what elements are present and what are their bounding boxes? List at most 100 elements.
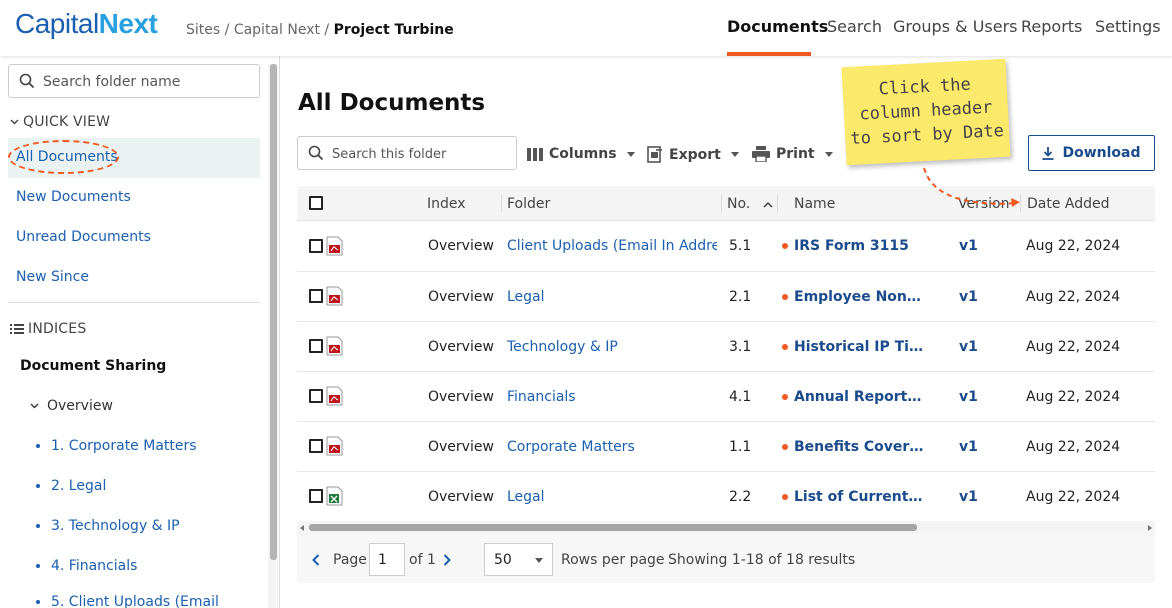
cell-version-link[interactable]: v1 bbox=[959, 289, 978, 305]
header-name[interactable]: Name bbox=[794, 196, 835, 212]
search-this-folder-input[interactable] bbox=[332, 143, 512, 165]
tree-document-sharing[interactable]: Document Sharing bbox=[20, 358, 166, 374]
chevron-left-icon[interactable] bbox=[312, 554, 320, 566]
cell-document-name[interactable]: IRS Form 3115 bbox=[782, 238, 924, 254]
scroll-left-arrow[interactable] bbox=[300, 525, 304, 531]
tree-folder-legal[interactable]: 2. Legal bbox=[36, 478, 106, 494]
table-row[interactable]: Overview Technology & IP 3.1 Historical … bbox=[297, 322, 1155, 372]
nav-reports[interactable]: Reports bbox=[1021, 17, 1082, 36]
breadcrumb-sites[interactable]: Sites bbox=[186, 22, 220, 38]
sidebar-scroll-thumb[interactable] bbox=[270, 64, 277, 560]
tree-folder-financials[interactable]: 4. Financials bbox=[36, 558, 137, 574]
cell-folder-link[interactable]: Legal bbox=[507, 289, 717, 305]
row-checkbox[interactable] bbox=[309, 239, 323, 253]
breadcrumb-current: Project Turbine bbox=[333, 22, 454, 38]
scroll-right-arrow[interactable] bbox=[1148, 525, 1152, 531]
cell-folder-link[interactable]: Corporate Matters bbox=[507, 439, 717, 455]
row-checkbox[interactable] bbox=[309, 389, 323, 403]
sidebar-divider bbox=[8, 302, 260, 303]
row-checkbox[interactable] bbox=[309, 489, 323, 503]
horizontal-scroll-thumb[interactable] bbox=[309, 524, 917, 531]
folder-content-search-box bbox=[297, 136, 517, 170]
cell-document-name[interactable]: List of Current Em... bbox=[782, 489, 924, 505]
rows-per-page-select[interactable]: 50 bbox=[484, 543, 553, 576]
cell-version-link[interactable]: v1 bbox=[959, 238, 978, 254]
row-checkbox[interactable] bbox=[309, 289, 323, 303]
results-summary: Showing 1-18 of 18 results bbox=[668, 552, 856, 568]
cell-index: Overview bbox=[428, 339, 494, 355]
export-icon bbox=[647, 146, 662, 163]
row-checkbox[interactable] bbox=[309, 339, 323, 353]
indices-header: INDICES bbox=[10, 321, 86, 337]
nav-documents[interactable]: Documents bbox=[727, 17, 828, 36]
cell-document-name[interactable]: Benefits Coverag... bbox=[782, 439, 924, 455]
list-icon bbox=[10, 324, 24, 334]
unread-indicator bbox=[782, 394, 788, 400]
breadcrumb-capital-next[interactable]: Capital Next bbox=[234, 22, 320, 38]
cell-folder-link[interactable]: Legal bbox=[507, 489, 717, 505]
unread-indicator bbox=[782, 344, 788, 350]
quick-view-new-since[interactable]: New Since bbox=[16, 269, 89, 285]
cell-version-link[interactable]: v1 bbox=[959, 489, 978, 505]
logo[interactable]: CapitalNext bbox=[15, 8, 158, 40]
search-icon bbox=[308, 145, 324, 161]
cell-number: 1.1 bbox=[729, 439, 752, 455]
chevron-right-icon[interactable] bbox=[443, 554, 451, 566]
tree-folder-technology-ip[interactable]: 3. Technology & IP bbox=[36, 518, 180, 534]
table-horizontal-scrollbar[interactable] bbox=[297, 521, 1155, 535]
tree-overview[interactable]: Overview bbox=[30, 398, 113, 414]
cell-document-name[interactable]: Historical IP Time... bbox=[782, 339, 924, 355]
chevron-down-icon bbox=[730, 152, 739, 157]
cell-folder-link[interactable]: Client Uploads (Email In Address) bbox=[507, 238, 717, 254]
cell-number: 2.1 bbox=[729, 289, 752, 305]
nav-settings[interactable]: Settings bbox=[1095, 17, 1161, 36]
highlight-ring bbox=[8, 140, 119, 174]
excel-file-icon bbox=[326, 486, 343, 506]
cell-date-added: Aug 22, 2024 bbox=[1026, 389, 1121, 405]
header-date-added[interactable]: Date Added bbox=[1027, 196, 1110, 212]
folder-search-input[interactable] bbox=[43, 71, 253, 93]
print-button[interactable]: Print bbox=[752, 146, 833, 162]
download-button[interactable]: Download bbox=[1028, 135, 1155, 171]
header-index[interactable]: Index bbox=[427, 196, 466, 212]
row-checkbox[interactable] bbox=[309, 439, 323, 453]
cell-number: 5.1 bbox=[729, 238, 752, 254]
tree-folder-corporate-matters[interactable]: 1. Corporate Matters bbox=[36, 438, 197, 454]
tree-folder-client-uploads[interactable]: 5. Client Uploads (Email bbox=[36, 594, 219, 608]
table-row[interactable]: Overview Client Uploads (Email In Addres… bbox=[297, 222, 1155, 272]
columns-button[interactable]: Columns bbox=[527, 146, 635, 162]
table-row[interactable]: Overview Financials 4.1 Annual Report 20… bbox=[297, 372, 1155, 422]
page-number-input[interactable] bbox=[369, 543, 405, 576]
unread-indicator bbox=[782, 444, 788, 450]
table-row[interactable]: Overview Legal 2.2 List of Current Em...… bbox=[297, 472, 1155, 521]
table-row[interactable]: Overview Legal 2.1 Employee Non Co... v1… bbox=[297, 272, 1155, 322]
nav-groups-users[interactable]: Groups & Users bbox=[893, 17, 1018, 36]
cell-folder-link[interactable]: Financials bbox=[507, 389, 717, 405]
cell-folder-link[interactable]: Technology & IP bbox=[507, 339, 717, 355]
page-title: All Documents bbox=[298, 90, 486, 116]
download-icon bbox=[1042, 146, 1054, 160]
cell-number: 4.1 bbox=[729, 389, 752, 405]
quick-view-header[interactable]: QUICK VIEW bbox=[10, 114, 110, 130]
cell-index: Overview bbox=[428, 389, 494, 405]
cell-number: 2.2 bbox=[729, 489, 752, 505]
table-row[interactable]: Overview Corporate Matters 1.1 Benefits … bbox=[297, 422, 1155, 472]
cell-version-link[interactable]: v1 bbox=[959, 389, 978, 405]
page-total: of 1 bbox=[409, 552, 436, 568]
quick-view-unread-documents[interactable]: Unread Documents bbox=[16, 229, 151, 245]
select-all-checkbox[interactable] bbox=[309, 196, 323, 210]
cell-date-added: Aug 22, 2024 bbox=[1026, 489, 1121, 505]
cell-version-link[interactable]: v1 bbox=[959, 339, 978, 355]
header-folder[interactable]: Folder bbox=[507, 196, 550, 212]
cell-version-link[interactable]: v1 bbox=[959, 439, 978, 455]
unread-indicator bbox=[782, 294, 788, 300]
header-no[interactable]: No. bbox=[727, 196, 773, 212]
cell-index: Overview bbox=[428, 238, 494, 254]
cell-document-name[interactable]: Employee Non Co... bbox=[782, 289, 924, 305]
quick-view-new-documents[interactable]: New Documents bbox=[16, 189, 131, 205]
nav-search[interactable]: Search bbox=[827, 17, 882, 36]
chevron-down-icon bbox=[30, 403, 39, 409]
chevron-down-icon bbox=[626, 151, 635, 157]
export-button[interactable]: Export bbox=[647, 146, 739, 163]
cell-document-name[interactable]: Annual Report 20... bbox=[782, 389, 924, 405]
